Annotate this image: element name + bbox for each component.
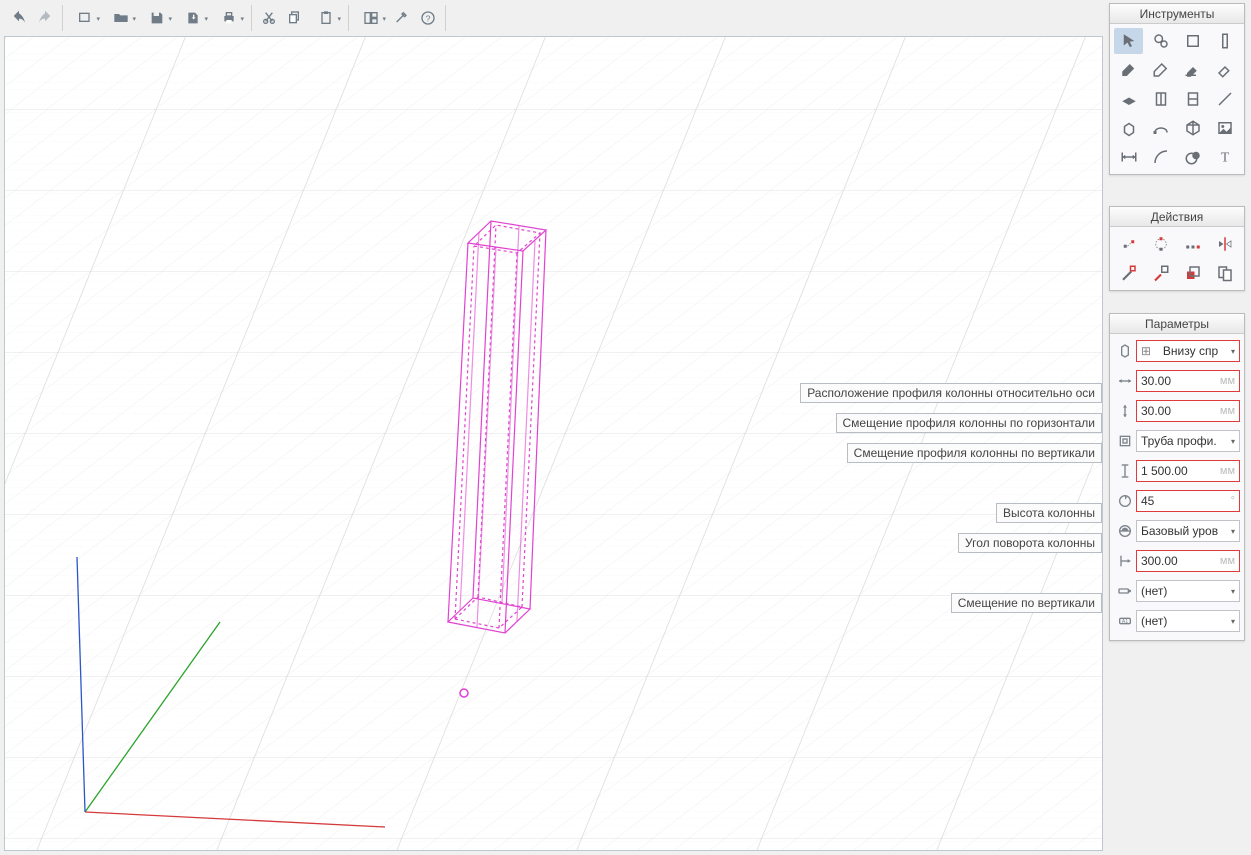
label-offset-v: Смещение профиля колонны по вертикали — [847, 443, 1102, 463]
label-rotation: Угол поворота колонны — [958, 533, 1102, 553]
undo-button[interactable] — [6, 5, 32, 31]
height-input[interactable]: мм — [1136, 460, 1240, 482]
height-icon — [1114, 460, 1136, 482]
offset-v-input[interactable]: мм — [1136, 400, 1240, 422]
vertical-offset-icon — [1114, 550, 1136, 572]
export-button[interactable] — [175, 5, 211, 31]
offset-h-icon — [1114, 370, 1136, 392]
main-toolbar: ? — [6, 3, 446, 33]
paste-button[interactable] — [308, 5, 344, 31]
print-button[interactable] — [211, 5, 247, 31]
profile-position-icon — [1114, 340, 1136, 362]
actions-panel: Действия — [1109, 206, 1245, 291]
text-tool[interactable]: T — [1211, 144, 1240, 170]
label-vertical-offset: Смещение по вертикали — [951, 593, 1102, 613]
rotation-input[interactable]: ° — [1136, 490, 1240, 512]
tools-panel-title: Инструменты — [1110, 4, 1244, 24]
offset-v-icon — [1114, 400, 1136, 422]
array-action[interactable] — [1179, 231, 1208, 257]
hatch-tool[interactable] — [1179, 144, 1208, 170]
extrude-tool[interactable] — [1114, 115, 1143, 141]
erase2-tool[interactable] — [1146, 57, 1175, 83]
mirror-action[interactable] — [1211, 231, 1240, 257]
erase3-tool[interactable] — [1179, 57, 1208, 83]
label-offset-h: Смещение профиля колонны по горизонтали — [836, 413, 1103, 433]
settings-button[interactable] — [389, 5, 415, 31]
level-icon — [1114, 520, 1136, 542]
panel2-tool[interactable] — [1179, 86, 1208, 112]
polyhedron-tool[interactable] — [1179, 115, 1208, 141]
select-tool[interactable] — [1114, 28, 1143, 54]
offset-h-input[interactable]: мм — [1136, 370, 1240, 392]
profile-type-select[interactable]: Труба профи. — [1136, 430, 1240, 452]
column-tool[interactable] — [1211, 28, 1240, 54]
label-profile-position: Расположение профиля колонны относительн… — [800, 383, 1102, 403]
redo-button[interactable] — [32, 5, 58, 31]
help-button[interactable]: ? — [415, 5, 441, 31]
box-tool[interactable] — [1179, 28, 1208, 54]
line-tool[interactable] — [1211, 86, 1240, 112]
svg-text:?: ? — [426, 13, 431, 23]
open-file-button[interactable] — [103, 5, 139, 31]
scale-action[interactable] — [1146, 260, 1175, 286]
rotate-action[interactable] — [1146, 231, 1175, 257]
parameters-panel: Параметры ⊞Внизу спр мм мм Труба профи. … — [1109, 313, 1245, 641]
label-height: Высота колонны — [996, 503, 1102, 523]
new-file-button[interactable] — [67, 5, 103, 31]
sweep-tool[interactable] — [1146, 115, 1175, 141]
tools-panel: Инструменты T — [1109, 3, 1245, 175]
profile-type-icon — [1114, 430, 1136, 452]
svg-text:T: T — [1221, 150, 1230, 165]
dimension-tool[interactable] — [1114, 144, 1143, 170]
parameters-panel-title: Параметры — [1110, 314, 1244, 334]
svg-text:A1: A1 — [1122, 619, 1129, 625]
arc-tool[interactable] — [1146, 144, 1175, 170]
save-button[interactable] — [139, 5, 175, 31]
tag2-icon: A1 — [1114, 610, 1136, 632]
layout-button[interactable] — [353, 5, 389, 31]
image-tool[interactable] — [1211, 115, 1240, 141]
cut-button[interactable] — [256, 5, 282, 31]
level-select[interactable]: Базовый уров — [1136, 520, 1240, 542]
actions-panel-title: Действия — [1110, 207, 1244, 227]
offset-action[interactable] — [1179, 260, 1208, 286]
3d-viewport[interactable]: Расположение профиля колонны относительн… — [4, 36, 1103, 851]
element-tool[interactable] — [1146, 28, 1175, 54]
erase1-tool[interactable] — [1114, 57, 1143, 83]
copy-button[interactable] — [282, 5, 308, 31]
move-action[interactable] — [1114, 231, 1143, 257]
erase4-tool[interactable] — [1211, 57, 1240, 83]
vertical-offset-input[interactable]: мм — [1136, 550, 1240, 572]
tag2-select[interactable]: (нет) — [1136, 610, 1240, 632]
tag1-select[interactable]: (нет) — [1136, 580, 1240, 602]
tools-grid: T — [1110, 24, 1244, 174]
actions-grid — [1110, 227, 1244, 290]
rotation-icon — [1114, 490, 1136, 512]
slab-tool[interactable] — [1114, 86, 1143, 112]
tag1-icon — [1114, 580, 1136, 602]
trim-action[interactable] — [1114, 260, 1143, 286]
profile-position-select[interactable]: ⊞Внизу спр — [1136, 340, 1240, 362]
copy-action[interactable] — [1211, 260, 1240, 286]
panel-tool[interactable] — [1146, 86, 1175, 112]
parameters-body: ⊞Внизу спр мм мм Труба профи. мм ° Базов… — [1110, 334, 1244, 640]
